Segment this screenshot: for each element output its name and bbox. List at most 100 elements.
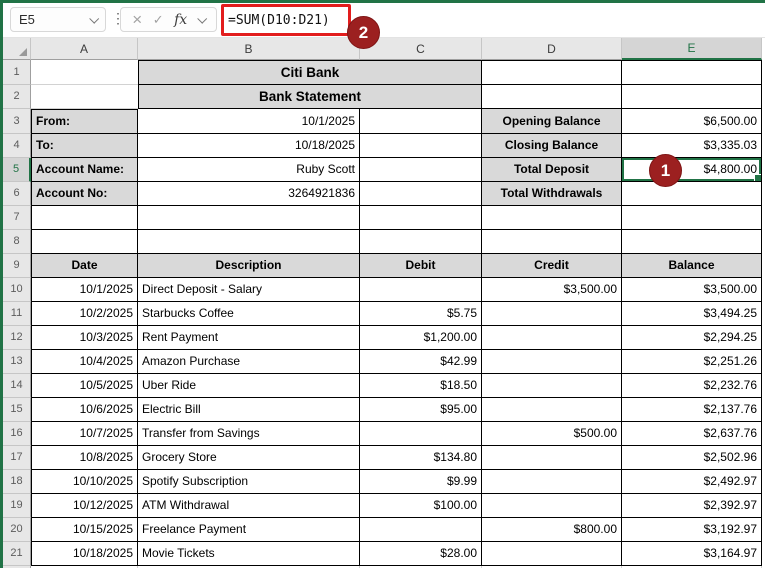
cell-D1[interactable] — [482, 60, 622, 85]
chevron-down-icon[interactable] — [89, 13, 100, 24]
cell-D2[interactable] — [482, 85, 622, 109]
cell-A2[interactable] — [31, 85, 138, 109]
cell-C14[interactable]: $18.50 — [360, 374, 482, 398]
cell-A13[interactable]: 10/4/2025 — [31, 350, 138, 374]
enter-icon[interactable]: ✓ — [153, 12, 164, 28]
row-header-18[interactable]: 18 — [3, 470, 31, 494]
cell-D21[interactable] — [482, 542, 622, 566]
cell-B11[interactable]: Starbucks Coffee — [138, 302, 360, 326]
cell-A21[interactable]: 10/18/2025 — [31, 542, 138, 566]
cell-B9[interactable]: Description — [138, 254, 360, 278]
row-header-14[interactable]: 14 — [3, 374, 31, 398]
cell-A3[interactable]: From: — [31, 109, 138, 134]
cell-B14[interactable]: Uber Ride — [138, 374, 360, 398]
cell-B10[interactable]: Direct Deposit - Salary — [138, 278, 360, 302]
cell-C20[interactable] — [360, 518, 482, 542]
cell-A11[interactable]: 10/2/2025 — [31, 302, 138, 326]
cell-C10[interactable] — [360, 278, 482, 302]
cell-B2[interactable]: Bank Statement — [138, 85, 482, 109]
cell-C7[interactable] — [360, 206, 482, 230]
row-header-8[interactable]: 8 — [3, 230, 31, 254]
cell-D12[interactable] — [482, 326, 622, 350]
cell-A1[interactable] — [31, 60, 138, 85]
cell-D6[interactable]: Total Withdrawals — [482, 182, 622, 206]
cell-C18[interactable]: $9.99 — [360, 470, 482, 494]
cell-E19[interactable]: $2,392.97 — [622, 494, 762, 518]
row-header-6[interactable]: 6 — [3, 182, 31, 206]
cell-C5[interactable] — [360, 158, 482, 182]
cell-A20[interactable]: 10/15/2025 — [31, 518, 138, 542]
cell-D5[interactable]: Total Deposit — [482, 158, 622, 182]
cell-D18[interactable] — [482, 470, 622, 494]
cell-C9[interactable]: Debit — [360, 254, 482, 278]
row-header-12[interactable]: 12 — [3, 326, 31, 350]
cell-A9[interactable]: Date — [31, 254, 138, 278]
column-header-A[interactable]: A — [31, 38, 138, 60]
cell-D15[interactable] — [482, 398, 622, 422]
cell-B20[interactable]: Freelance Payment — [138, 518, 360, 542]
cell-A10[interactable]: 10/1/2025 — [31, 278, 138, 302]
cell-A6[interactable]: Account No: — [31, 182, 138, 206]
cell-E21[interactable]: $3,164.97 — [622, 542, 762, 566]
row-header-20[interactable]: 20 — [3, 518, 31, 542]
row-header-2[interactable]: 2 — [3, 85, 31, 109]
cell-B4[interactable]: 10/18/2025 — [138, 134, 360, 158]
cell-E9[interactable]: Balance — [622, 254, 762, 278]
cell-A18[interactable]: 10/10/2025 — [31, 470, 138, 494]
cell-E2[interactable] — [622, 85, 762, 109]
cell-A7[interactable] — [31, 206, 138, 230]
cell-D10[interactable]: $3,500.00 — [482, 278, 622, 302]
cell-B21[interactable]: Movie Tickets — [138, 542, 360, 566]
cell-A5[interactable]: Account Name: — [31, 158, 138, 182]
column-header-B[interactable]: B — [138, 38, 360, 60]
cell-E12[interactable]: $2,294.25 — [622, 326, 762, 350]
cell-D16[interactable]: $500.00 — [482, 422, 622, 446]
cell-D13[interactable] — [482, 350, 622, 374]
cell-B5[interactable]: Ruby Scott — [138, 158, 360, 182]
row-header-9[interactable]: 9 — [3, 254, 31, 278]
cell-A17[interactable]: 10/8/2025 — [31, 446, 138, 470]
cell-A4[interactable]: To: — [31, 134, 138, 158]
cell-B16[interactable]: Transfer from Savings — [138, 422, 360, 446]
cell-D4[interactable]: Closing Balance — [482, 134, 622, 158]
cell-E1[interactable] — [622, 60, 762, 85]
select-all-button[interactable] — [3, 38, 31, 60]
cell-E3[interactable]: $6,500.00 — [622, 109, 762, 134]
cell-C17[interactable]: $134.80 — [360, 446, 482, 470]
row-header-21[interactable]: 21 — [3, 542, 31, 566]
cell-B18[interactable]: Spotify Subscription — [138, 470, 360, 494]
cell-B15[interactable]: Electric Bill — [138, 398, 360, 422]
cell-C3[interactable] — [360, 109, 482, 134]
row-header-17[interactable]: 17 — [3, 446, 31, 470]
cell-D3[interactable]: Opening Balance — [482, 109, 622, 134]
cell-E16[interactable]: $2,637.76 — [622, 422, 762, 446]
cell-C19[interactable]: $100.00 — [360, 494, 482, 518]
cell-B19[interactable]: ATM Withdrawal — [138, 494, 360, 518]
row-header-5[interactable]: 5 — [3, 158, 31, 182]
cell-E4[interactable]: $3,335.03 — [622, 134, 762, 158]
cell-C16[interactable] — [360, 422, 482, 446]
cell-E5[interactable]: $4,800.00 — [622, 158, 762, 182]
cell-B12[interactable]: Rent Payment — [138, 326, 360, 350]
cell-B8[interactable] — [138, 230, 360, 254]
cell-D17[interactable] — [482, 446, 622, 470]
cell-C15[interactable]: $95.00 — [360, 398, 482, 422]
row-header-13[interactable]: 13 — [3, 350, 31, 374]
row-header-16[interactable]: 16 — [3, 422, 31, 446]
cell-B17[interactable]: Grocery Store — [138, 446, 360, 470]
name-box[interactable]: E5 — [10, 7, 106, 32]
column-header-D[interactable]: D — [482, 38, 622, 60]
cell-E11[interactable]: $3,494.25 — [622, 302, 762, 326]
cell-A12[interactable]: 10/3/2025 — [31, 326, 138, 350]
cell-E10[interactable]: $3,500.00 — [622, 278, 762, 302]
cell-E15[interactable]: $2,137.76 — [622, 398, 762, 422]
cell-C11[interactable]: $5.75 — [360, 302, 482, 326]
cell-E17[interactable]: $2,502.96 — [622, 446, 762, 470]
cell-B6[interactable]: 3264921836 — [138, 182, 360, 206]
cell-B1[interactable]: Citi Bank — [138, 60, 482, 85]
cell-A16[interactable]: 10/7/2025 — [31, 422, 138, 446]
cell-C12[interactable]: $1,200.00 — [360, 326, 482, 350]
cell-D20[interactable]: $800.00 — [482, 518, 622, 542]
row-header-10[interactable]: 10 — [3, 278, 31, 302]
cell-E14[interactable]: $2,232.76 — [622, 374, 762, 398]
